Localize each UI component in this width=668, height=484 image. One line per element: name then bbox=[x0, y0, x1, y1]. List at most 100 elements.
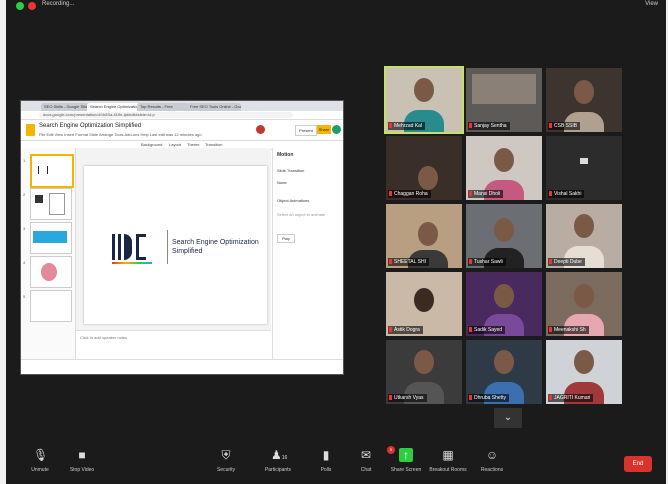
view-button[interactable]: View bbox=[645, 1, 658, 7]
muted-mic-icon bbox=[389, 191, 392, 197]
participant-name-text: CSB SSIB bbox=[554, 123, 578, 129]
chevron-down-icon[interactable]: ⌄ bbox=[494, 408, 522, 428]
slide-title-line: Simplified bbox=[172, 248, 203, 255]
video-tile[interactable]: SHEETAL SHI bbox=[386, 204, 462, 268]
present-button[interactable]: Present bbox=[295, 125, 317, 136]
reactions-button[interactable]: ☺ Reactions bbox=[468, 448, 516, 480]
video-tile[interactable]: Chaggan Roha bbox=[386, 136, 462, 200]
video-tile[interactable]: CSB SSIB bbox=[546, 68, 622, 132]
participant-name-text: Astik Dogra bbox=[394, 327, 420, 333]
video-tile[interactable]: Sadik Sayed bbox=[466, 272, 542, 336]
slide-thumbnail[interactable] bbox=[30, 256, 72, 288]
participant-face bbox=[418, 166, 438, 190]
participant-name: Deepti Dube bbox=[548, 258, 585, 266]
theme-button[interactable]: Theme bbox=[187, 142, 199, 147]
speaker-notes[interactable]: Click to add speaker notes bbox=[76, 330, 271, 359]
video-tile[interactable]: Mansi Dholi bbox=[466, 136, 542, 200]
participants-icon: ♟16 bbox=[271, 448, 288, 462]
participant-face bbox=[574, 350, 594, 374]
browser-tab[interactable]: SEO Skills - Google Slides bbox=[41, 103, 89, 111]
thumb-logo bbox=[38, 166, 48, 174]
participant-face bbox=[494, 148, 514, 172]
video-tile[interactable]: Astik Dogra bbox=[386, 272, 462, 336]
stop-video-label: Stop Video bbox=[69, 467, 95, 473]
url-field[interactable]: docs.google.com/presentation/d/1h8Sa-t3J… bbox=[39, 112, 293, 118]
google-slides-logo-icon[interactable] bbox=[26, 124, 35, 136]
browser-tab[interactable]: Free SEO Tools Online - Goo bbox=[187, 103, 241, 111]
menu-bar[interactable]: File Edit View Insert Format Slide Arran… bbox=[39, 132, 202, 137]
muted-mic-icon bbox=[549, 327, 552, 333]
unmute-label: Unmute bbox=[31, 467, 49, 473]
muted-mic-icon bbox=[389, 123, 392, 129]
participant-name: Utkarsh Vyas bbox=[388, 394, 427, 402]
thumb-shape bbox=[35, 195, 43, 203]
slide-canvas-area: Search Engine Optimization Simplified Cl… bbox=[76, 148, 271, 360]
security-shield-icon[interactable] bbox=[16, 2, 24, 10]
slide-thumbnail[interactable] bbox=[30, 188, 72, 220]
meeting-controls: 🎙 Unmute ■ Stop Video ⛨ Security ♟16 Par… bbox=[6, 444, 666, 484]
browser-tab-strip: SEO Skills - Google Slides Search Engine… bbox=[21, 101, 343, 111]
logo-bar bbox=[136, 234, 146, 260]
layout-button[interactable]: Layout bbox=[169, 142, 181, 147]
recording-label: Recording... bbox=[42, 1, 75, 7]
browser-tab-active[interactable]: Search Engine Optimization bbox=[87, 103, 139, 111]
user-avatar[interactable] bbox=[332, 125, 341, 134]
participants-button[interactable]: ♟16 Participants bbox=[254, 448, 302, 480]
unmute-button[interactable]: 🎙 Unmute bbox=[16, 448, 64, 480]
video-tile[interactable]: Deepti Dube bbox=[546, 204, 622, 268]
participant-face bbox=[494, 350, 514, 374]
slide-title: Search Engine Optimization Simplified bbox=[172, 238, 259, 256]
muted-mic-icon bbox=[389, 259, 392, 265]
participant-face bbox=[418, 222, 438, 246]
avatar[interactable] bbox=[256, 125, 265, 134]
share-screen-button[interactable]: ↑ Share Screen bbox=[382, 448, 430, 480]
participant-name-text: JAGRITI Kumari bbox=[554, 395, 591, 401]
speaker-notes-placeholder: Click to add speaker notes bbox=[80, 335, 128, 340]
slides-footer bbox=[21, 359, 343, 374]
logo-bar bbox=[112, 234, 115, 260]
participant-name-text: Chaggan Roha bbox=[394, 191, 428, 197]
video-camera-icon: ■ bbox=[78, 448, 86, 462]
transition-option[interactable]: None bbox=[277, 180, 287, 185]
play-button[interactable]: Play bbox=[277, 234, 295, 243]
share-button[interactable]: Share bbox=[317, 125, 331, 134]
muted-mic-icon: 🎙 bbox=[33, 448, 49, 462]
participant-name-text: Sanjay Sentha bbox=[474, 123, 507, 129]
video-tile[interactable]: Meenakshi Sh bbox=[546, 272, 622, 336]
thumb-image bbox=[41, 263, 57, 281]
muted-mic-icon bbox=[549, 123, 552, 129]
participant-face bbox=[574, 80, 594, 104]
participant-name-text: Utkarsh Vyas bbox=[394, 395, 424, 401]
participant-name-text: Vishal Sakhi bbox=[554, 191, 582, 197]
shared-screen: SEO Skills - Google Slides Search Engine… bbox=[20, 100, 344, 375]
security-button[interactable]: ⛨ Security bbox=[202, 448, 250, 480]
background-button[interactable]: Background bbox=[141, 142, 162, 147]
stop-video-button[interactable]: ■ Stop Video bbox=[58, 448, 106, 480]
video-gallery: Mehrzad Kal Sanjay Sentha CSB SSIB Chagg… bbox=[384, 66, 626, 408]
slide-thumbnail[interactable] bbox=[30, 222, 72, 254]
participant-name: Vishal Sakhi bbox=[548, 190, 585, 198]
browser-tab[interactable]: Top Results - Free bbox=[137, 103, 189, 111]
video-tile[interactable]: JAGRITI Kumari bbox=[546, 340, 622, 404]
participant-face bbox=[574, 284, 594, 308]
video-tile[interactable]: Sanjay Sentha bbox=[466, 68, 542, 132]
participant-name: Meenakshi Sh bbox=[548, 326, 589, 334]
slide-canvas[interactable]: Search Engine Optimization Simplified bbox=[84, 166, 267, 324]
video-tile[interactable]: Tushar Sawli bbox=[466, 204, 542, 268]
participant-face bbox=[414, 288, 434, 312]
breakout-rooms-icon: ▦ bbox=[442, 448, 454, 462]
video-tile[interactable]: Vishal Sakhi bbox=[546, 136, 622, 200]
thumb-banner bbox=[33, 231, 67, 243]
video-tile[interactable]: Dhruba Shetty bbox=[466, 340, 542, 404]
document-title[interactable]: Search Engine Optimization Simplified bbox=[39, 123, 141, 129]
muted-mic-icon bbox=[469, 259, 472, 265]
reactions-label: Reactions bbox=[480, 467, 504, 473]
breakout-rooms-button[interactable]: ▦ Breakout Rooms bbox=[424, 448, 472, 480]
transition-button[interactable]: Transition bbox=[205, 142, 222, 147]
slide-thumbnail[interactable] bbox=[30, 290, 72, 322]
end-meeting-button[interactable]: End bbox=[624, 456, 652, 472]
video-tile[interactable]: Utkarsh Vyas bbox=[386, 340, 462, 404]
muted-mic-icon bbox=[389, 395, 392, 401]
slide-thumbnail[interactable] bbox=[30, 154, 74, 188]
video-tile[interactable]: Mehrzad Kal bbox=[384, 66, 464, 134]
